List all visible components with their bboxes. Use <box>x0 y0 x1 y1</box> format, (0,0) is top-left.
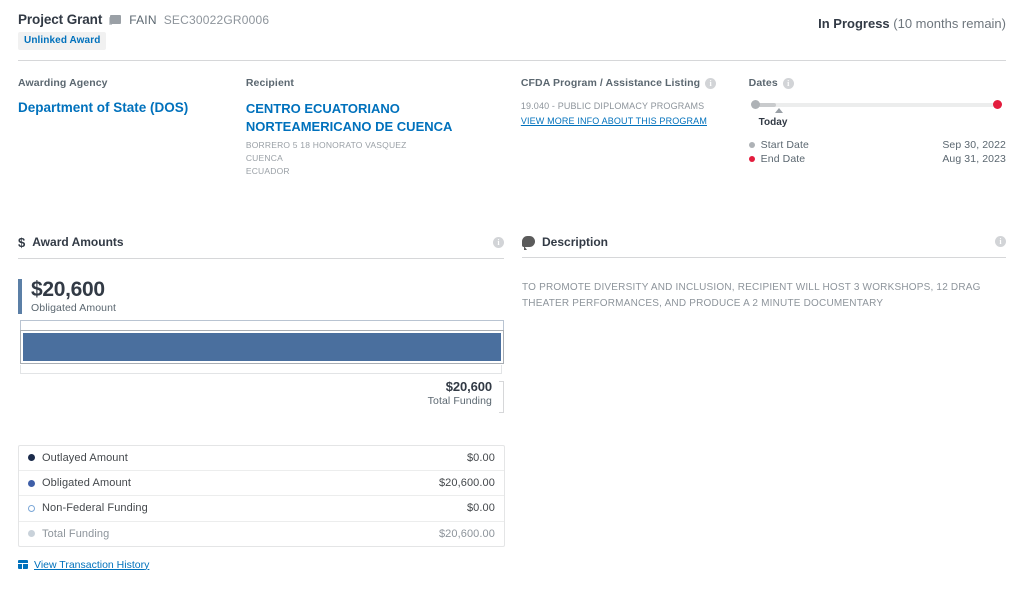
page-header: Project Grant FAIN SEC30022GR0006 Unlink… <box>0 0 1024 50</box>
award-status-text: In Progress <box>818 16 890 31</box>
cfda-program: 19.040 - PUBLIC DIPLOMACY PROGRAMS <box>520 101 705 111</box>
outlayed-amount-label: Outlayed Amount <box>42 451 128 464</box>
total-funding-label: Total Funding <box>42 527 110 540</box>
recipient-link[interactable]: CENTRO ECUATORIANO NORTEAMERICANO DE CUE… <box>246 100 476 135</box>
end-date-label: End Date <box>760 153 806 165</box>
view-transaction-history-link[interactable]: View Transaction History <box>18 559 504 571</box>
awarding-agency-label: Awarding Agency <box>18 77 108 89</box>
dates-label: Dates <box>748 77 778 89</box>
view-transaction-history-label: View Transaction History <box>34 558 150 571</box>
dates-list: Start Date Sep 30, 2022 End Date Aug 31,… <box>748 138 1006 166</box>
date-row: End Date Aug 31, 2023 <box>748 152 1006 166</box>
recipient-label: Recipient <box>245 77 295 89</box>
award-status-detail: (10 months remain) <box>893 16 1006 31</box>
recipient-address-line-1: BORRERO 5 18 HONORATO VASQUEZ <box>245 140 407 151</box>
date-row: Start Date Sep 30, 2022 <box>748 138 1006 152</box>
dollar-icon: $ <box>18 234 26 250</box>
award-status: In Progress (10 months remain) <box>818 12 1006 31</box>
obligated-callout: $20,600 Obligated Amount <box>18 277 504 314</box>
description-text: TO PROMOTE DIVERSITY AND INCLUSION, RECI… <box>522 281 981 310</box>
award-amounts-title-group: $ Award Amounts <box>18 235 124 250</box>
timeline-track <box>757 103 995 107</box>
description-header: Description i <box>522 235 1006 258</box>
funding-bar <box>18 319 504 374</box>
award-amounts-chart: $20,600 Obligated Amount $20,600 Total F… <box>18 277 504 429</box>
awarding-agency-block: Awarding Agency Department of State (DOS… <box>18 77 246 179</box>
table-grid-icon <box>18 560 28 570</box>
recipient-address-line-2: CUENCA <box>245 153 283 164</box>
document-icon <box>109 14 122 26</box>
timeline-end-dot <box>992 100 1002 109</box>
end-date-dot <box>748 156 755 162</box>
timeline-progress <box>757 103 776 107</box>
recipient-block: Recipient CENTRO ECUATORIANO NORTEAMERIC… <box>246 77 521 179</box>
total-funding-value: $20,600 <box>445 378 492 394</box>
obligated-bracket <box>20 319 504 330</box>
award-amounts-panel: $ Award Amounts i $20,600 Obligated Amou… <box>18 235 505 571</box>
award-amounts-table: Outlayed Amount $0.00 Obligated Amount $… <box>18 444 505 547</box>
info-icon[interactable]: i <box>493 236 504 248</box>
award-amounts-title: Award Amounts <box>32 235 124 250</box>
cfda-block: CFDA Program / Assistance Listing i 19.0… <box>521 77 749 179</box>
recipient-address: BORRERO 5 18 HONORATO VASQUEZ CUENCA ECU… <box>246 139 521 179</box>
funding-bar-frame[interactable] <box>20 329 504 364</box>
obligated-bar-fill <box>23 332 501 361</box>
total-bracket <box>20 364 502 374</box>
obligated-amount-caption: Obligated Amount <box>31 301 117 314</box>
description-title: Description <box>542 234 609 249</box>
obligated-amount-value: $20,600 <box>31 277 105 301</box>
recipient-address-line-3: ECUADOR <box>245 166 290 177</box>
detail-panels: $ Award Amounts i $20,600 Obligated Amou… <box>0 235 1024 571</box>
today-marker-icon <box>774 108 783 113</box>
total-funding-callout: $20,600 Total Funding <box>18 378 504 413</box>
dates-block: Dates i Today Start Date Sep 30, 2022 En… <box>748 77 1006 179</box>
obligated-amount-value: $20,600.00 <box>438 477 495 490</box>
table-row: Obligated Amount $20,600.00 <box>19 471 504 497</box>
info-icon[interactable]: i <box>705 77 717 89</box>
outlayed-amount-dot <box>28 454 35 462</box>
non-federal-funding-label: Non-Federal Funding <box>42 502 148 515</box>
end-date-value: Aug 31, 2023 <box>942 153 1006 165</box>
start-date-dot <box>748 142 755 148</box>
speech-bubble-icon <box>522 236 535 251</box>
total-funding-dot <box>28 530 35 538</box>
total-funding-value: $20,600.00 <box>438 527 495 540</box>
description-panel: Description i TO PROMOTE DIVERSITY AND I… <box>522 235 1006 571</box>
cfda-program-link[interactable]: VIEW MORE INFO ABOUT THIS PROGRAM <box>521 116 749 126</box>
awarding-agency-link[interactable]: Department of State (DOS) <box>18 100 246 117</box>
award-title-line: Project Grant FAIN SEC30022GR0006 <box>18 12 269 27</box>
dates-label-row: Dates i <box>749 77 1006 89</box>
obligated-amount-label: Obligated Amount <box>42 477 132 490</box>
page-title: Project Grant <box>18 12 103 27</box>
table-row: Non-Federal Funding $0.00 <box>19 496 504 522</box>
today-label: Today <box>758 117 788 128</box>
table-row: Total Funding $20,600.00 <box>19 522 504 546</box>
start-date-label: Start Date <box>760 139 809 151</box>
description-title-group: Description <box>522 234 609 251</box>
cfda-label-row: CFDA Program / Assistance Listing i <box>521 77 749 89</box>
status-badge: Unlinked Award <box>18 32 107 50</box>
timeline-start-dot <box>750 100 760 109</box>
obligated-amount-dot <box>28 479 35 487</box>
non-federal-funding-value: $0.00 <box>466 502 495 515</box>
info-icon[interactable]: i <box>782 77 794 89</box>
award-overview: Awarding Agency Department of State (DOS… <box>0 61 1024 179</box>
award-amounts-header: $ Award Amounts i <box>18 235 504 259</box>
non-federal-funding-dot <box>28 504 35 512</box>
outlayed-amount-value: $0.00 <box>466 451 495 464</box>
info-icon[interactable]: i <box>995 236 1006 248</box>
fain-label: FAIN <box>129 12 157 27</box>
dates-timeline <box>750 100 1002 113</box>
start-date-value: Sep 30, 2022 <box>942 139 1006 151</box>
award-identity: Project Grant FAIN SEC30022GR0006 Unlink… <box>18 12 269 50</box>
cfda-label: CFDA Program / Assistance Listing <box>520 77 701 89</box>
table-row: Outlayed Amount $0.00 <box>19 446 504 471</box>
fain-value: SEC30022GR0006 <box>163 12 270 27</box>
total-funding-caption: Total Funding <box>427 394 492 407</box>
